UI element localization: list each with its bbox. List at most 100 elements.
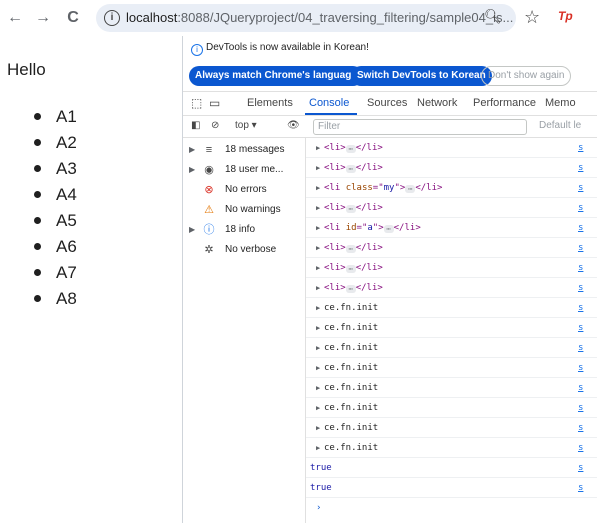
switch-korean-button[interactable]: Switch DevTools to Korean [351,66,492,86]
expand-caret-icon[interactable]: ▶ [316,218,320,238]
context-selector[interactable]: top ▾ [235,120,257,131]
source-link[interactable]: s [578,478,583,498]
tab-network[interactable]: Network [417,97,457,109]
message-content: <li> ⋯ </li> [324,143,383,153]
expand-caret-icon[interactable]: ▶ [316,338,320,358]
expand-caret-icon[interactable]: ▶ [316,138,320,158]
source-link[interactable]: s [578,218,583,238]
url-text[interactable]: localhost:8088/JQueryproject/04_traversi… [126,10,513,25]
active-tab-indicator [305,113,357,115]
source-link[interactable]: s [578,398,583,418]
source-link[interactable]: s [578,198,583,218]
expand-caret-icon[interactable]: ▶ [316,438,320,458]
message-content: <li class="my"> ⋯ </li> [324,183,443,193]
expand-arrow-icon: ▶ [189,145,196,154]
console-message[interactable]: ▶ ce.fn.init s [306,438,597,458]
expand-caret-icon[interactable]: ▶ [316,278,320,298]
expand-caret-icon[interactable]: ▶ [316,238,320,258]
expand-caret-icon[interactable]: ▶ [316,298,320,318]
expand-caret-icon[interactable]: ▶ [316,178,320,198]
source-link[interactable]: s [578,158,583,178]
list-item: A5 [34,208,77,234]
console-message[interactable]: ▶ <li> ⋯ </li> s [306,138,597,158]
zoom-icon[interactable]: 🔍︎ [484,8,502,25]
source-link[interactable]: s [578,278,583,298]
expand-caret-icon[interactable]: ▶ [316,358,320,378]
expand-caret-icon[interactable]: ▶ [316,318,320,338]
expand-caret-icon[interactable]: ▶ [316,378,320,398]
console-message[interactable]: ▶ <li> ⋯ </li> s [306,258,597,278]
expand-caret-icon[interactable]: ▶ [316,418,320,438]
tab-performance[interactable]: Performance [473,97,536,109]
sidebar-item[interactable]: ⚠ No warnings [183,200,305,220]
dont-show-button[interactable]: Don't show again [481,66,572,86]
console-message[interactable]: ▶ <li> ⋯ </li> s [306,278,597,298]
source-link[interactable]: s [578,238,583,258]
tab-memory[interactable]: Memo [545,97,576,109]
console-message[interactable]: ▶ <li id="a"> ⋯ </li> s [306,218,597,238]
source-link[interactable]: s [578,318,583,338]
source-link[interactable]: s [578,298,583,318]
sidebar-item-icon: ⚠ [204,204,214,216]
message-content: true [310,463,332,473]
message-content: <li> ⋯ </li> [324,243,383,253]
log-levels-dropdown[interactable]: Default le [539,120,581,131]
console-message[interactable]: ▶ ce.fn.init s [306,358,597,378]
console-message[interactable]: ▶ ce.fn.init s [306,318,597,338]
device-toolbar-icon[interactable]: ▭ [209,96,220,110]
tab-elements[interactable]: Elements [247,97,293,109]
clear-console-icon[interactable]: ⊘ [211,120,219,131]
console-message[interactable]: ▶ <li> ⋯ </li> s [306,238,597,258]
expand-caret-icon[interactable]: ▶ [316,198,320,218]
forward-icon[interactable]: → [32,7,54,29]
reload-icon[interactable]: C [62,7,84,29]
live-expression-icon[interactable]: 👁︎ [287,120,300,131]
source-link[interactable]: s [578,138,583,158]
filter-input[interactable]: Filter [313,119,527,135]
source-link[interactable]: s [578,358,583,378]
devtools-panel: i DevTools is now available in Korean! Al… [182,36,597,523]
console-message[interactable]: ▶ <li> ⋯ </li> s [306,158,597,178]
console-message[interactable]: true s [306,458,597,478]
expand-caret-icon[interactable]: ▶ [316,258,320,278]
source-link[interactable]: s [578,258,583,278]
source-link[interactable]: s [578,418,583,438]
source-link[interactable]: s [578,438,583,458]
address-bar[interactable]: i localhost:8088/JQueryproject/04_traver… [96,4,516,32]
sidebar-item-icon: ◉ [204,164,214,176]
match-language-button[interactable]: Always match Chrome's language [189,66,363,86]
console-message[interactable]: ▶ ce.fn.init s [306,418,597,438]
source-link[interactable]: s [578,378,583,398]
sidebar-item[interactable]: ▶ ⓘ 18 info [183,220,305,240]
console-prompt[interactable]: › [306,498,597,518]
sidebar-item[interactable]: ⊗ No errors [183,180,305,200]
item-list: A1 A2 A3 A4 A5 A6 A7 A8 [34,104,77,312]
console-message[interactable]: ▶ ce.fn.init s [306,338,597,358]
site-info-icon[interactable]: i [104,10,120,26]
sidebar-item[interactable]: ▶ ◉ 18 user me... [183,160,305,180]
expand-caret-icon[interactable]: ▶ [316,158,320,178]
console-message[interactable]: ▶ <li class="my"> ⋯ </li> s [306,178,597,198]
sidebar-item-icon: ✲ [204,244,214,256]
bookmark-star-icon[interactable]: ☆ [524,6,540,28]
extension-icon[interactable]: Tp [558,9,573,23]
sidebar-toggle-icon[interactable]: ◧ [191,120,200,131]
console-message[interactable]: true s [306,478,597,498]
console-message[interactable]: ▶ ce.fn.init s [306,398,597,418]
message-content: <li id="a"> ⋯ </li> [324,223,421,233]
sidebar-item-label: 18 user me... [225,164,284,175]
source-link[interactable]: s [578,458,583,478]
console-message[interactable]: ▶ <li> ⋯ </li> s [306,198,597,218]
tab-console[interactable]: Console [309,97,349,109]
sidebar-item[interactable]: ✲ No verbose [183,240,305,260]
console-message[interactable]: ▶ ce.fn.init s [306,298,597,318]
tab-sources[interactable]: Sources [367,97,407,109]
source-link[interactable]: s [578,178,583,198]
console-message[interactable]: ▶ ce.fn.init s [306,378,597,398]
message-content: ce.fn.init [324,323,379,333]
sidebar-item[interactable]: ▶ ≡ 18 messages [183,140,305,160]
source-link[interactable]: s [578,338,583,358]
expand-caret-icon[interactable]: ▶ [316,398,320,418]
back-icon[interactable]: ← [4,7,26,29]
inspect-icon[interactable]: ⬚ [191,96,202,110]
